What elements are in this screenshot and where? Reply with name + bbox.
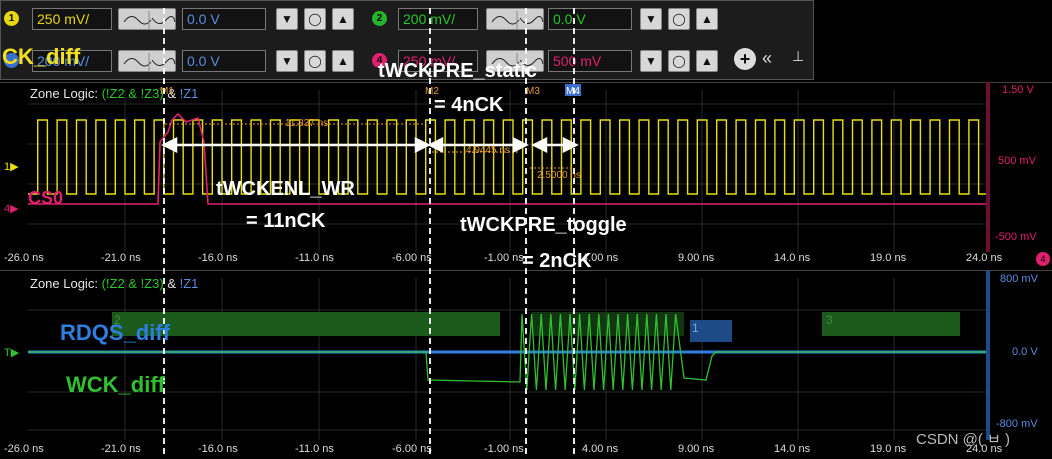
twckenl-wr-value: = 11nCK <box>246 210 326 232</box>
cs0-annotation: CS0 <box>28 188 64 208</box>
twckpre-toggle-value: = 2nCK <box>522 250 592 272</box>
twckpre-toggle-label: tWCKPRE_toggle <box>460 214 627 236</box>
wck-diff-annotation: WCK_diff <box>66 372 165 397</box>
ck-diff-annotation: CK_diff <box>2 44 81 69</box>
twckpre-static-label: tWCKPRE_static <box>378 60 537 82</box>
twckpre-static-value: = 4nCK <box>434 94 504 116</box>
rdqs-diff-annotation: RDQS_diff <box>60 320 170 345</box>
watermark: CSDN @( ㅂ ) <box>916 431 1011 448</box>
twckenl-wr-label: tWCKENL_WR <box>216 178 355 200</box>
